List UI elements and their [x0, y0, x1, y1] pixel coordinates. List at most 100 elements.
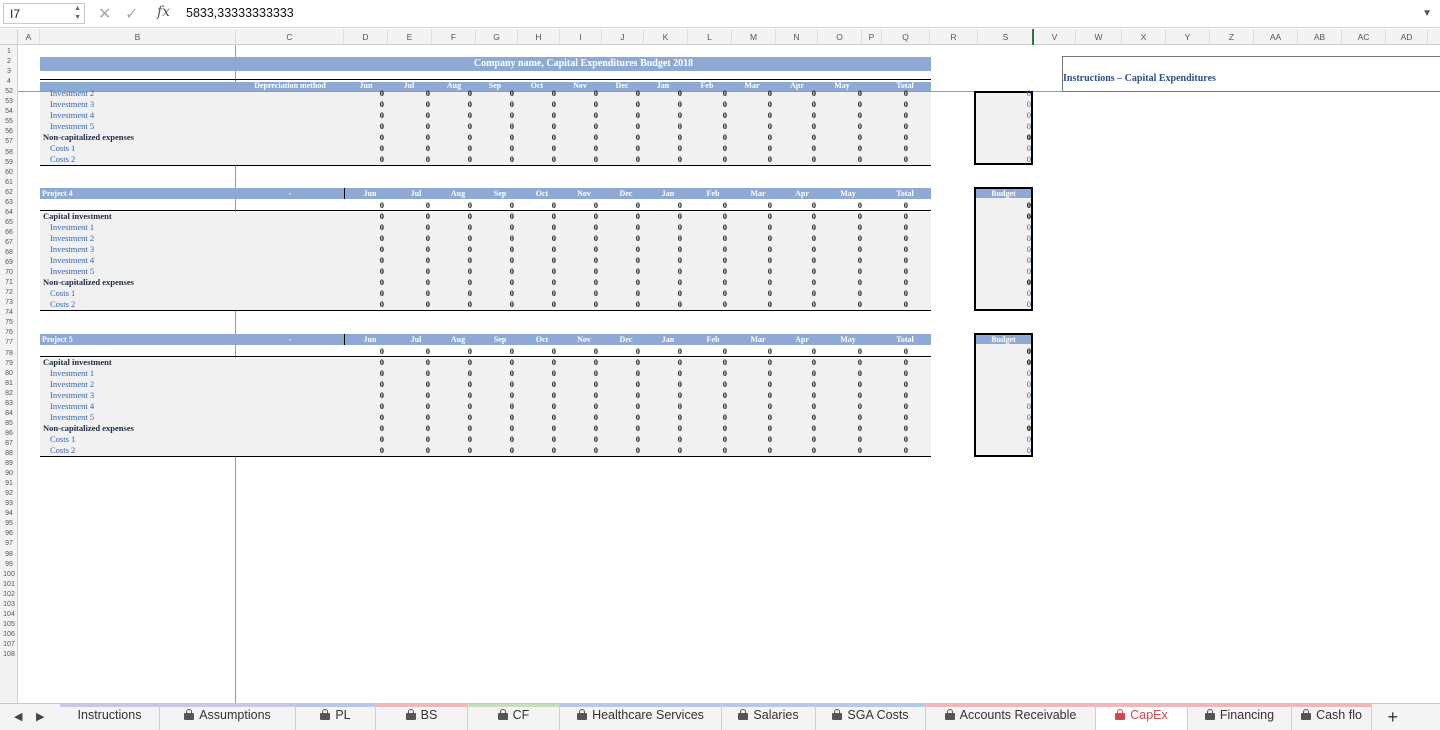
row-header-label[interactable]: 85: [0, 419, 17, 429]
cell-value[interactable]: 0: [484, 288, 514, 299]
cell-value[interactable]: 0: [442, 143, 472, 154]
cell-value[interactable]: 0: [526, 255, 556, 266]
cell-value[interactable]: 0: [786, 132, 816, 143]
row-header-label[interactable]: 103: [0, 600, 17, 610]
row-label[interactable]: Capital investment: [43, 357, 112, 368]
tab-scroll-right-icon[interactable]: ▶: [36, 710, 44, 723]
cell-value[interactable]: 0: [878, 222, 908, 233]
cell-value[interactable]: 0: [610, 412, 640, 423]
cell-value[interactable]: 0: [610, 423, 640, 434]
cell-value[interactable]: 0: [742, 445, 772, 456]
column-header-d[interactable]: D: [344, 29, 388, 45]
cell-value[interactable]: 0: [484, 346, 514, 357]
row-header-label[interactable]: 61: [0, 178, 17, 188]
cell-value[interactable]: 0: [526, 412, 556, 423]
cell-value[interactable]: 0: [568, 222, 598, 233]
column-header-n[interactable]: N: [776, 29, 818, 45]
cell-value[interactable]: 0: [484, 445, 514, 456]
cell-value[interactable]: 0: [568, 288, 598, 299]
cell-value[interactable]: 0: [832, 255, 862, 266]
cell-value[interactable]: 0: [526, 266, 556, 277]
cell-value[interactable]: 0: [568, 244, 598, 255]
cell-value[interactable]: 0: [526, 277, 556, 288]
cell-value[interactable]: 0: [526, 99, 556, 110]
cell-value[interactable]: 0: [610, 99, 640, 110]
cell-value[interactable]: 0: [400, 255, 430, 266]
sheet-grid[interactable]: Company name, Capital Expenditures Budge…: [18, 45, 1440, 703]
cell-value[interactable]: 0: [442, 423, 472, 434]
tab-cf[interactable]: CF: [468, 704, 560, 730]
cell-value[interactable]: 0: [354, 233, 384, 244]
budget-value[interactable]: 0: [1001, 434, 1031, 445]
cell-value[interactable]: 0: [832, 368, 862, 379]
cell-value[interactable]: 0: [697, 244, 727, 255]
cell-value[interactable]: 0: [652, 277, 682, 288]
cell-value[interactable]: 0: [697, 154, 727, 165]
cell-value[interactable]: 0: [652, 154, 682, 165]
cell-value[interactable]: 0: [484, 211, 514, 222]
cell-value[interactable]: 0: [484, 390, 514, 401]
cell-value[interactable]: 0: [832, 211, 862, 222]
budget-value[interactable]: 0: [1001, 110, 1031, 121]
row-header-label[interactable]: 2: [0, 57, 17, 67]
row-header-label[interactable]: 67: [0, 238, 17, 248]
cell-value[interactable]: 0: [442, 200, 472, 211]
budget-value[interactable]: 0: [1001, 121, 1031, 132]
row-label[interactable]: Costs 1: [50, 434, 75, 445]
cell-value[interactable]: 0: [526, 244, 556, 255]
cell-value[interactable]: 0: [610, 143, 640, 154]
row-label[interactable]: Investment 4: [50, 401, 94, 412]
budget-value[interactable]: 0: [1001, 99, 1031, 110]
cell-value[interactable]: 0: [484, 299, 514, 310]
cell-value[interactable]: 0: [400, 368, 430, 379]
cell-value[interactable]: 0: [878, 412, 908, 423]
cell-value[interactable]: 0: [484, 88, 514, 99]
row-header-label[interactable]: 60: [0, 168, 17, 178]
cell-value[interactable]: 0: [400, 346, 430, 357]
budget-value[interactable]: 0: [1001, 401, 1031, 412]
cell-value[interactable]: 0: [742, 143, 772, 154]
budget-value[interactable]: 0: [1001, 277, 1031, 288]
cell-value[interactable]: 0: [652, 121, 682, 132]
column-header-z[interactable]: Z: [1210, 29, 1254, 45]
row-header-label[interactable]: 89: [0, 459, 17, 469]
cell-value[interactable]: 0: [400, 143, 430, 154]
cell-value[interactable]: 0: [442, 110, 472, 121]
cell-value[interactable]: 0: [484, 233, 514, 244]
cell-value[interactable]: 0: [878, 368, 908, 379]
row-header-label[interactable]: 106: [0, 630, 17, 640]
budget-value[interactable]: 0: [1001, 412, 1031, 423]
cell-value[interactable]: 0: [742, 277, 772, 288]
cell-value[interactable]: 0: [652, 357, 682, 368]
cell-value[interactable]: 0: [786, 357, 816, 368]
cell-value[interactable]: 0: [742, 390, 772, 401]
cell-value[interactable]: 0: [610, 401, 640, 412]
cell-value[interactable]: 0: [610, 88, 640, 99]
cell-value[interactable]: 0: [697, 200, 727, 211]
project-method[interactable]: -: [236, 334, 344, 345]
tab-assumptions[interactable]: Assumptions: [160, 704, 296, 730]
row-header-label[interactable]: 102: [0, 590, 17, 600]
column-header-m[interactable]: M: [732, 29, 776, 45]
cell-value[interactable]: 0: [442, 390, 472, 401]
cell-value[interactable]: 0: [526, 368, 556, 379]
cell-value[interactable]: 0: [878, 211, 908, 222]
column-header-b[interactable]: B: [40, 29, 236, 45]
cell-value[interactable]: 0: [442, 445, 472, 456]
tab-financing[interactable]: Financing: [1188, 704, 1292, 730]
cell-value[interactable]: 0: [878, 99, 908, 110]
add-sheet-button[interactable]: +: [1387, 707, 1398, 728]
cell-value[interactable]: 0: [652, 266, 682, 277]
cell-value[interactable]: 0: [697, 288, 727, 299]
cell-value[interactable]: 0: [400, 266, 430, 277]
cell-value[interactable]: 0: [526, 143, 556, 154]
cell-value[interactable]: 0: [568, 434, 598, 445]
cell-value[interactable]: 0: [786, 222, 816, 233]
cell-value[interactable]: 0: [786, 211, 816, 222]
cell-value[interactable]: 0: [442, 412, 472, 423]
cell-value[interactable]: 0: [742, 132, 772, 143]
cell-value[interactable]: 0: [697, 233, 727, 244]
cell-value[interactable]: 0: [354, 255, 384, 266]
cell-value[interactable]: 0: [442, 288, 472, 299]
cell-value[interactable]: 0: [786, 299, 816, 310]
